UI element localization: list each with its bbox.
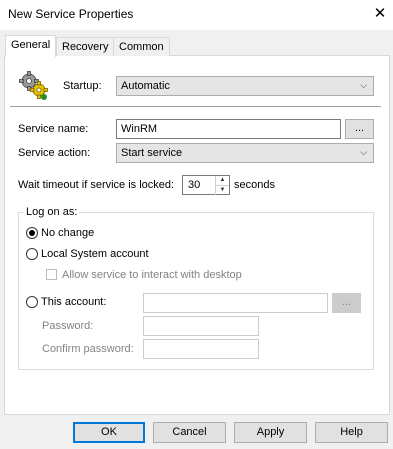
this-account-radio[interactable] [26,296,38,308]
logon-group-title: Log on as: [24,206,80,218]
window-title: New Service Properties [8,7,134,21]
spin-down-icon[interactable]: ▼ [215,185,229,195]
wait-timeout-spinner[interactable]: 30 ▲ ▼ [182,175,230,195]
service-name-label: Service name: [18,123,89,135]
apply-button[interactable]: Apply [234,422,307,443]
service-action-label: Service action: [18,147,91,159]
this-account-label[interactable]: This account: [41,296,106,308]
tab-common[interactable]: Common [113,37,170,56]
help-button[interactable]: Help [315,422,388,443]
ok-button[interactable]: OK [73,422,145,443]
confirm-password-label: Confirm password: [42,343,134,355]
tab-recovery[interactable]: Recovery [56,37,115,56]
account-input[interactable] [143,293,328,313]
local-system-radio[interactable] [26,248,38,260]
startup-label: Startup: [63,80,102,92]
chevron-down-icon: ⌵ [360,147,367,157]
tab-general[interactable]: General [5,35,57,57]
account-browse-button[interactable]: ... [332,293,361,313]
service-name-input[interactable]: WinRM [116,119,341,139]
allow-interact-checkbox[interactable] [46,269,57,280]
wait-timeout-value: 30 [188,179,201,191]
local-system-label[interactable]: Local System account [41,248,149,260]
wait-timeout-unit: seconds [234,179,275,191]
startup-dropdown[interactable]: Automatic ⌵ [116,76,374,96]
separator [10,106,381,107]
confirm-password-input[interactable] [143,339,259,359]
service-name-value: WinRM [121,123,158,135]
no-change-radio[interactable] [26,227,38,239]
allow-interact-label: Allow service to interact with desktop [62,269,242,281]
password-label: Password: [42,320,94,332]
chevron-down-icon: ⌵ [360,80,367,90]
cancel-button[interactable]: Cancel [153,422,226,443]
no-change-label[interactable]: No change [41,227,94,239]
gear-icon [18,70,50,102]
password-input[interactable] [143,316,259,336]
service-action-dropdown[interactable]: Start service ⌵ [116,143,374,163]
spin-up-icon[interactable]: ▲ [215,176,229,185]
service-action-value: Start service [121,147,183,159]
service-browse-button[interactable]: ... [345,119,374,139]
wait-timeout-label: Wait timeout if service is locked: [18,179,175,191]
close-icon[interactable]: ✕ [369,2,391,26]
startup-value: Automatic [121,80,170,92]
